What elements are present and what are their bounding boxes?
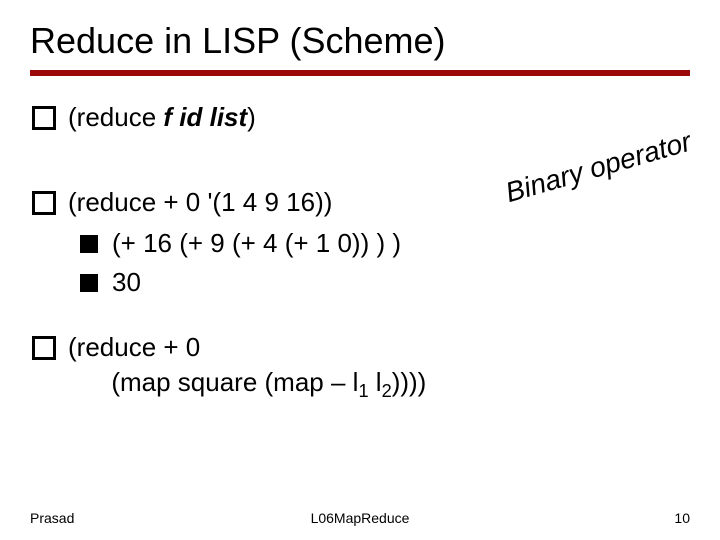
bullet-item-1: (reduce f id list) [30, 100, 690, 135]
title-rule [30, 70, 690, 76]
item1-pre: (reduce [68, 102, 163, 132]
footer-center: L06MapReduce [30, 510, 690, 526]
item3-line2-post: )))) [392, 367, 427, 397]
item2-text: (reduce + 0 '(1 4 9 16)) [68, 187, 332, 217]
slide-title: Reduce in LISP (Scheme) [30, 20, 690, 62]
subitem-1: (+ 16 (+ 9 (+ 4 (+ 1 0)) ) ) [68, 226, 690, 261]
bullet-item-3: (reduce + 0 (map square (map – l1 l2)))) [30, 330, 690, 404]
footer: Prasad L06MapReduce 10 [30, 510, 690, 526]
item3-line2-mid: l [369, 367, 382, 397]
item1-post: ) [247, 102, 256, 132]
item3-line1: (reduce + 0 [68, 332, 200, 362]
item3-sub2: 2 [382, 382, 392, 402]
item1-ital: f id list [163, 102, 247, 132]
bullet-list: (reduce f id list) (reduce + 0 '(1 4 9 1… [30, 100, 690, 404]
subitem2-text: 30 [112, 267, 141, 297]
item3-line2-pre: (map square (map – l [68, 367, 358, 397]
subitem-2: 30 [68, 265, 690, 300]
sublist: (+ 16 (+ 9 (+ 4 (+ 1 0)) ) ) 30 [68, 226, 690, 300]
bullet-item-2: (reduce + 0 '(1 4 9 16)) (+ 16 (+ 9 (+ 4… [30, 185, 690, 300]
content-area: (reduce f id list) (reduce + 0 '(1 4 9 1… [30, 100, 690, 404]
slide: Reduce in LISP (Scheme) (reduce f id lis… [0, 0, 720, 540]
item3-sub1: 1 [358, 382, 368, 402]
subitem1-text: (+ 16 (+ 9 (+ 4 (+ 1 0)) ) ) [112, 228, 401, 258]
